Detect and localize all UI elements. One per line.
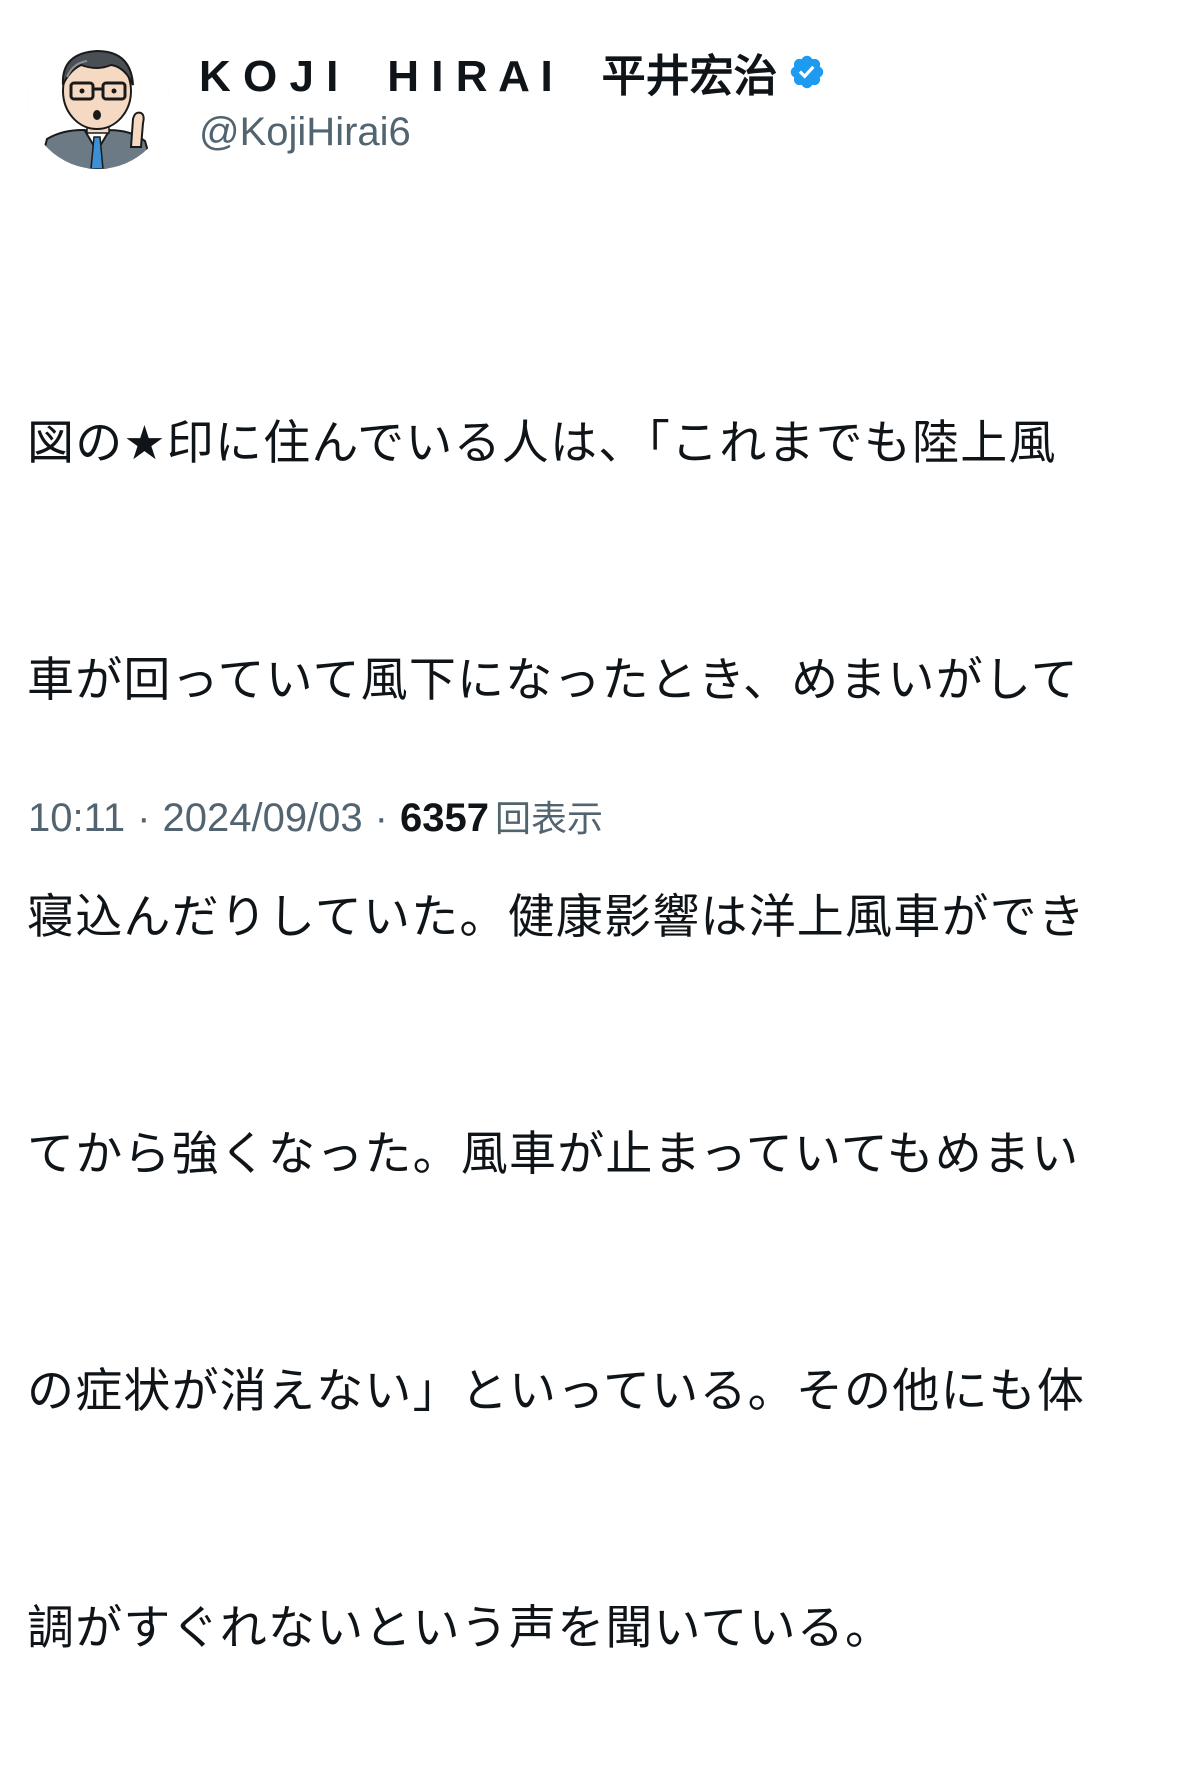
tweet-text-line: 車が回っていて風下になったとき、めまいがして <box>27 653 1079 708</box>
tweet-time[interactable]: 10:11 <box>28 796 125 841</box>
tweet-meta: 10:11 · 2024/09/03 · 6357 回表示 <box>28 790 603 842</box>
avatar-illustration-icon <box>27 27 169 169</box>
tweet-text-line: 図の★印に住んでいる人は、「これまでも陸上風 <box>27 416 1057 471</box>
views-label: 回表示 <box>494 799 603 840</box>
tweet-text: 図の★印に住んでいる人は、「これまでも陸上風 車が回っていて風下になったとき、め… <box>27 246 1162 1766</box>
tweet: K O J I H I R A I 平井宏治 @KojiHirai6 図の★印に… <box>0 0 1200 1656</box>
display-name[interactable]: K O J I H I R A I 平井宏治 <box>199 40 778 104</box>
tweet-text-line: 寝込んだりしていた。健康影響は洋上風車ができ <box>27 890 1086 945</box>
meta-separator: · <box>137 796 151 840</box>
tweet-date[interactable]: 2024/09/03 <box>162 796 362 841</box>
tweet-text-line: の症状が消えない」といっている。その他にも体 <box>27 1364 1086 1419</box>
author-handle[interactable]: @KojiHirai6 <box>199 108 826 156</box>
tweet-text-line: 調がすぐれないという声を聞いている。 <box>27 1601 894 1656</box>
author-info: K O J I H I R A I 平井宏治 @KojiHirai6 <box>199 44 826 156</box>
tweet-header: K O J I H I R A I 平井宏治 @KojiHirai6 <box>27 27 826 172</box>
meta-separator: · <box>374 796 388 840</box>
tweet-text-line: てから強くなった。風車が止まっていてもめまい <box>27 1127 1080 1182</box>
avatar[interactable] <box>27 27 169 169</box>
verified-badge-icon[interactable] <box>788 53 826 91</box>
display-name-row: K O J I H I R A I 平井宏治 <box>199 44 826 101</box>
views-count: 6357 <box>400 796 489 840</box>
